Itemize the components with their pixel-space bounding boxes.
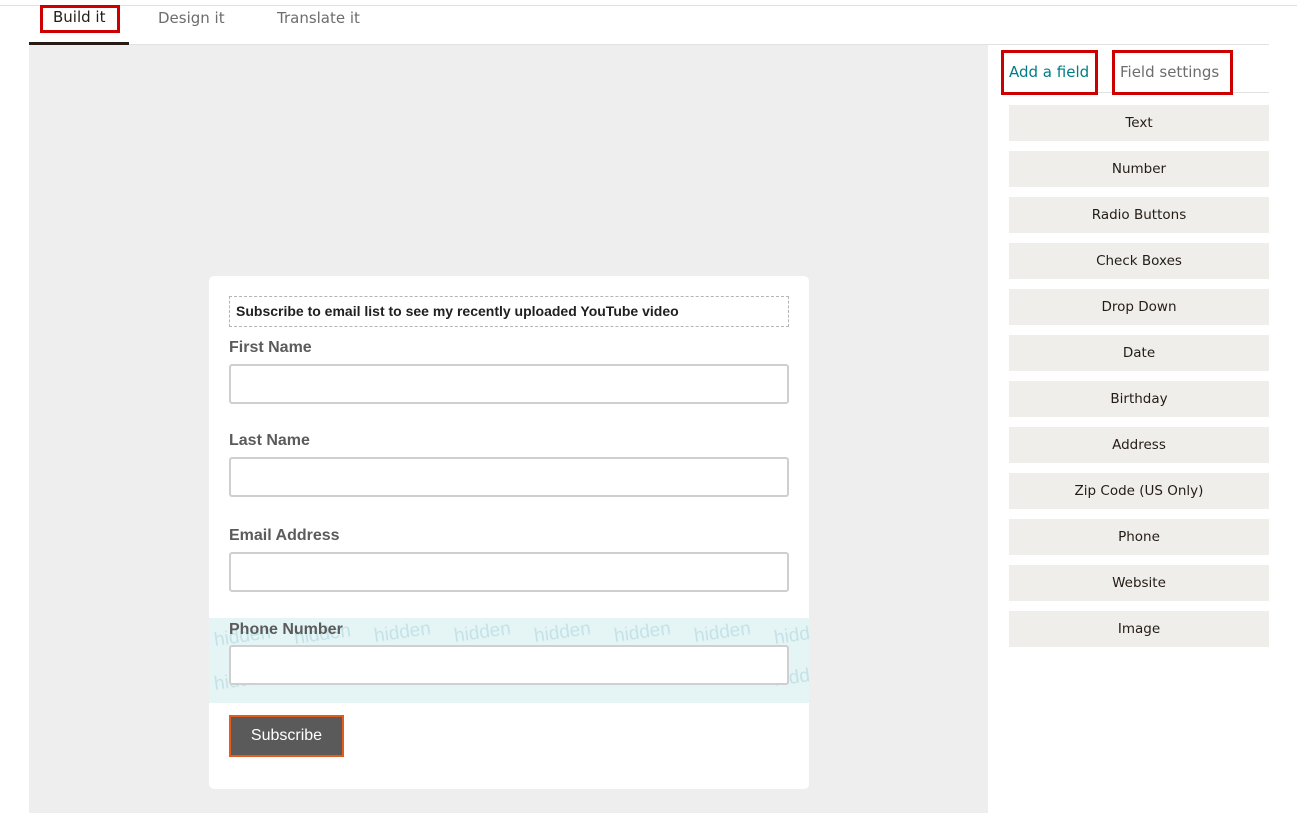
last-name-label: Last Name: [229, 432, 310, 449]
field-birthday-button[interactable]: Birthday: [1009, 381, 1269, 417]
field-website-button[interactable]: Website: [1009, 565, 1269, 601]
signup-form: Subscribe to email list to see my recent…: [209, 276, 809, 789]
subscribe-button[interactable]: Subscribe: [229, 715, 344, 757]
hidden-watermark: hidden: [612, 618, 673, 647]
email-address-input[interactable]: [229, 552, 789, 592]
tab-add-a-field[interactable]: Add a field: [1001, 50, 1098, 95]
tab-design-it-label: Design it: [158, 9, 225, 27]
hidden-watermark: hidden: [692, 618, 753, 647]
field-number-button[interactable]: Number: [1009, 151, 1269, 187]
last-name-input[interactable]: [229, 457, 789, 497]
email-address-label: Email Address: [229, 527, 340, 544]
field-date-button[interactable]: Date: [1009, 335, 1269, 371]
field-text-button[interactable]: Text: [1009, 105, 1269, 141]
field-address-button[interactable]: Address: [1009, 427, 1269, 463]
hidden-field-band: hidden hidden hidden hidden hidden hidde…: [209, 618, 809, 703]
tab-design-it[interactable]: Design it: [158, 6, 225, 44]
tab-build-it[interactable]: Build it: [29, 5, 129, 45]
hidden-watermark: hidden: [372, 618, 433, 647]
first-name-label: First Name: [229, 339, 312, 356]
field-drop-down-button[interactable]: Drop Down: [1009, 289, 1269, 325]
field-check-boxes-button[interactable]: Check Boxes: [1009, 243, 1269, 279]
field-zip-code-button[interactable]: Zip Code (US Only): [1009, 473, 1269, 509]
field-radio-buttons-button[interactable]: Radio Buttons: [1009, 197, 1269, 233]
tab-translate-it[interactable]: Translate it: [277, 6, 360, 44]
builder-tabs: Build it Design it Translate it: [29, 5, 1269, 45]
field-image-button[interactable]: Image: [1009, 611, 1269, 647]
phone-number-label: Phone Number: [229, 621, 343, 638]
first-name-input[interactable]: [229, 364, 789, 404]
tab-build-it-label: Build it: [53, 8, 106, 26]
field-phone-button[interactable]: Phone: [1009, 519, 1269, 555]
phone-number-input[interactable]: [229, 645, 789, 685]
hidden-watermark: hidden: [532, 618, 593, 647]
tab-field-settings[interactable]: Field settings: [1112, 50, 1233, 95]
hidden-watermark: hidden: [452, 618, 513, 647]
right-panel-tabs: Add a field Field settings: [1001, 45, 1269, 95]
field-type-list: Text Number Radio Buttons Check Boxes Dr…: [1009, 105, 1269, 657]
tab-translate-it-label: Translate it: [277, 9, 360, 27]
form-header-text[interactable]: Subscribe to email list to see my recent…: [229, 296, 789, 327]
form-canvas: Subscribe to email list to see my recent…: [29, 45, 988, 813]
